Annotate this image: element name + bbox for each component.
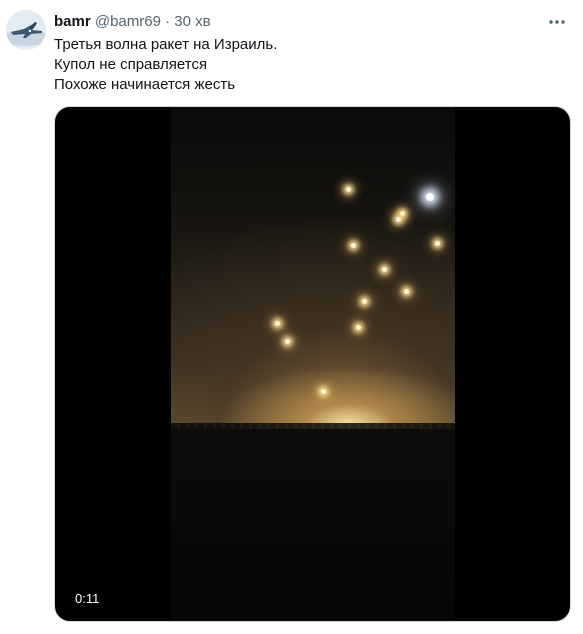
light-point bbox=[321, 389, 326, 394]
tweet-text: Третья волна ракет на Израиль. Купол не … bbox=[54, 35, 277, 95]
display-name[interactable]: bamr bbox=[54, 13, 91, 30]
light-point bbox=[404, 289, 409, 294]
tweet-text-line: Третья волна ракет на Израиль. bbox=[54, 36, 278, 53]
light-point bbox=[396, 217, 401, 222]
avatar[interactable] bbox=[6, 10, 46, 50]
light-point bbox=[426, 193, 434, 201]
avatar-image bbox=[6, 10, 46, 50]
light-point bbox=[362, 299, 367, 304]
video-frame bbox=[171, 107, 455, 621]
light-point bbox=[400, 211, 405, 216]
timestamp[interactable]: 30 хв bbox=[174, 13, 210, 30]
light-point bbox=[435, 241, 440, 246]
light-point bbox=[382, 267, 387, 272]
light-point bbox=[285, 339, 290, 344]
light-point bbox=[346, 187, 351, 192]
light-point bbox=[356, 325, 361, 330]
light-point bbox=[351, 243, 356, 248]
tweet-text-line: Купол не справляется bbox=[54, 56, 208, 73]
separator-dot: · bbox=[165, 13, 171, 30]
dark-ground bbox=[171, 429, 455, 621]
tweet-text-line: Похоже начинается жесть bbox=[54, 76, 236, 93]
more-horizontal-icon bbox=[549, 20, 565, 24]
light-point bbox=[275, 321, 280, 326]
more-options-button[interactable] bbox=[543, 8, 571, 36]
tweet[interactable]: bamr @bamr69 · 30 хв Третья волна ракет … bbox=[0, 0, 583, 634]
user-handle[interactable]: @bamr69 bbox=[95, 13, 161, 30]
video-player[interactable]: 0:11 bbox=[54, 106, 571, 622]
tweet-header: bamr @bamr69 · 30 хв bbox=[54, 12, 211, 32]
video-duration: 0:11 bbox=[75, 591, 100, 606]
